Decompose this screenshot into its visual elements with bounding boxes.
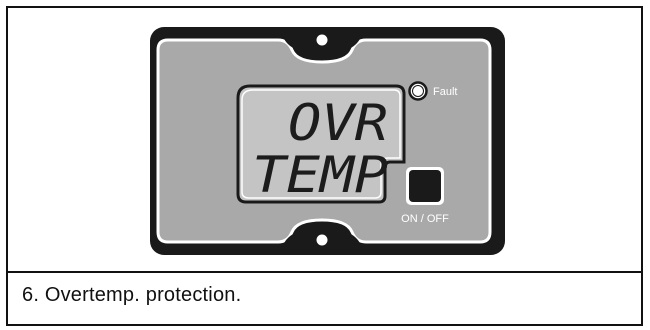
fault-label: Fault	[433, 86, 457, 98]
power-button[interactable]	[409, 170, 441, 202]
lcd-line-2: TEMP	[252, 146, 388, 204]
lcd-line-1: OVR	[288, 94, 388, 152]
figure-caption: 6. Overtemp. protection.	[22, 284, 242, 306]
bottom-mount-hole-icon	[316, 234, 328, 246]
power-label: ON / OFF	[401, 213, 449, 225]
control-panel: OVR TEMP Fault ON / OFF	[150, 27, 505, 255]
top-mount-hole-icon	[316, 34, 328, 46]
